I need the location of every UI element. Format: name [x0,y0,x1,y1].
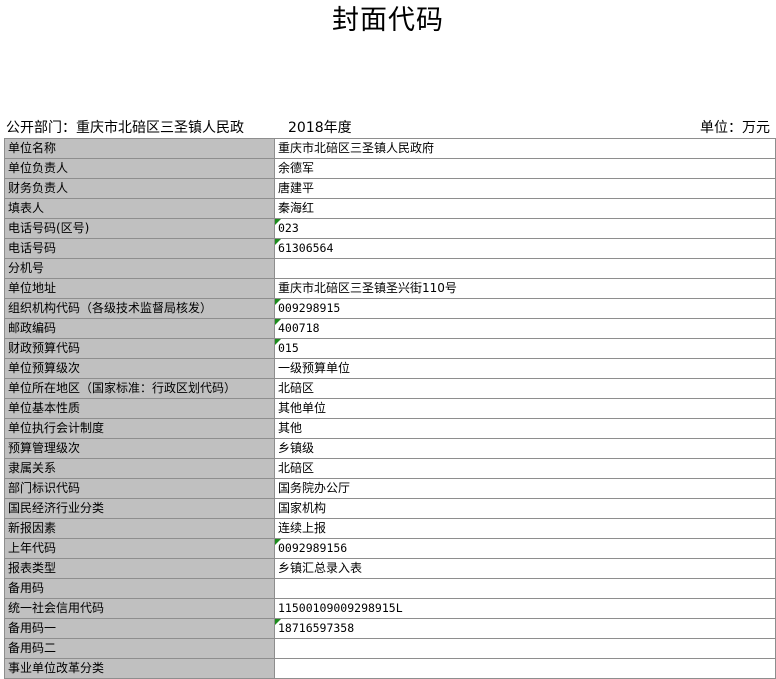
cell-comment-indicator-icon [275,239,281,245]
table-row: 分机号 [4,258,776,279]
field-label-cell[interactable]: 单位执行会计制度 [4,418,275,439]
cell-comment-indicator-icon [275,339,281,345]
cell-comment-indicator-icon [275,619,281,625]
field-value-cell[interactable]: 61306564 [274,238,776,259]
table-row: 财务负责人 唐建平 [4,178,776,199]
field-label-cell[interactable]: 单位预算级次 [4,358,275,379]
field-label-cell[interactable]: 单位基本性质 [4,398,275,419]
table-row: 单位地址 重庆市北碚区三圣镇圣兴街110号 [4,278,776,299]
table-row: 单位名称 重庆市北碚区三圣镇人民政府 [4,138,776,159]
table-row: 部门标识代码 国务院办公厅 [4,478,776,499]
field-value-cell[interactable] [274,578,776,599]
field-label-cell[interactable]: 电话号码 [4,238,275,259]
cell-comment-indicator-icon [275,539,281,545]
field-value-cell[interactable]: 秦海红 [274,198,776,219]
table-row: 备用码一 18716597358 [4,618,776,639]
field-value-cell[interactable]: 国务院办公厅 [274,478,776,499]
table-row: 填表人 秦海红 [4,198,776,219]
field-label-cell[interactable]: 备用码二 [4,638,275,659]
table-row: 备用码 [4,578,776,599]
field-value-cell[interactable] [274,638,776,659]
field-value-cell[interactable]: 18716597358 [274,618,776,639]
field-value-cell[interactable]: 余德军 [274,158,776,179]
field-value-cell[interactable]: 国家机构 [274,498,776,519]
field-value-cell[interactable]: 唐建平 [274,178,776,199]
field-label-cell[interactable]: 填表人 [4,198,275,219]
field-label-cell[interactable]: 备用码一 [4,618,275,639]
field-value-cell[interactable]: 其他单位 [274,398,776,419]
field-label-cell[interactable]: 上年代码 [4,538,275,559]
field-label-cell[interactable]: 单位地址 [4,278,275,299]
field-label-cell[interactable]: 报表类型 [4,558,275,579]
table-row: 隶属关系 北碚区 [4,458,776,479]
field-value-cell[interactable] [274,658,776,679]
sheet-subheader: 公开部门：重庆市北碚区三圣镇人民政 2018年度 单位：万元 [0,118,776,138]
field-label-cell[interactable]: 新报因素 [4,518,275,539]
table-row: 单位所在地区（国家标准：行政区划代码） 北碚区 [4,378,776,399]
field-label-cell[interactable]: 财政预算代码 [4,338,275,359]
field-value-cell[interactable]: 400718 [274,318,776,339]
table-row: 备用码二 [4,638,776,659]
field-label-cell[interactable]: 单位名称 [4,138,275,159]
cell-comment-indicator-icon [275,219,281,225]
table-row: 报表类型 乡镇汇总录入表 [4,558,776,579]
table-row: 电话号码(区号) 023 [4,218,776,239]
field-value-cell[interactable] [274,258,776,279]
field-value-cell[interactable]: 015 [274,338,776,359]
field-label-cell[interactable]: 事业单位改革分类 [4,658,275,679]
field-label-cell[interactable]: 电话号码(区号) [4,218,275,239]
table-row: 财政预算代码 015 [4,338,776,359]
field-value-cell[interactable]: 11500109009298915L [274,598,776,619]
table-row: 单位执行会计制度 其他 [4,418,776,439]
field-label-cell[interactable]: 隶属关系 [4,458,275,479]
field-label-cell[interactable]: 单位负责人 [4,158,275,179]
table-row: 单位负责人 余德军 [4,158,776,179]
field-label-cell[interactable]: 预算管理级次 [4,438,275,459]
table-row: 事业单位改革分类 [4,658,776,679]
field-label-cell[interactable]: 邮政编码 [4,318,275,339]
field-label-cell[interactable]: 备用码 [4,578,275,599]
field-value-cell[interactable]: 023 [274,218,776,239]
field-value-cell[interactable]: 乡镇级 [274,438,776,459]
field-value-cell[interactable]: 北碚区 [274,378,776,399]
table-row: 电话号码 61306564 [4,238,776,259]
field-value-cell[interactable]: 009298915 [274,298,776,319]
field-label-cell[interactable]: 组织机构代码（各级技术监督局核发） [4,298,275,319]
field-value-cell[interactable]: 北碚区 [274,458,776,479]
spreadsheet-sheet: 封面代码 公开部门：重庆市北碚区三圣镇人民政 2018年度 单位：万元 单位名称… [0,0,776,679]
field-value-cell[interactable]: 乡镇汇总录入表 [274,558,776,579]
table-row: 上年代码 0092989156 [4,538,776,559]
field-label-cell[interactable]: 单位所在地区（国家标准：行政区划代码） [4,378,275,399]
field-value-cell[interactable]: 其他 [274,418,776,439]
table-row: 组织机构代码（各级技术监督局核发） 009298915 [4,298,776,319]
field-value-cell[interactable]: 重庆市北碚区三圣镇圣兴街110号 [274,278,776,299]
field-label-cell[interactable]: 部门标识代码 [4,478,275,499]
year-label: 2018年度 [288,120,352,136]
table-row: 单位基本性质 其他单位 [4,398,776,419]
field-label-cell[interactable]: 国民经济行业分类 [4,498,275,519]
table-row: 新报因素 连续上报 [4,518,776,539]
field-label-cell[interactable]: 财务负责人 [4,178,275,199]
field-value-cell[interactable]: 一级预算单位 [274,358,776,379]
table-row: 预算管理级次 乡镇级 [4,438,776,459]
field-label-cell[interactable]: 统一社会信用代码 [4,598,275,619]
table-row: 单位预算级次 一级预算单位 [4,358,776,379]
field-value-cell[interactable]: 重庆市北碚区三圣镇人民政府 [274,138,776,159]
table-row: 统一社会信用代码 11500109009298915L [4,598,776,619]
table-row: 邮政编码 400718 [4,318,776,339]
page-title: 封面代码 [332,5,444,36]
field-value-cell[interactable]: 连续上报 [274,518,776,539]
table-row: 国民经济行业分类 国家机构 [4,498,776,519]
cell-comment-indicator-icon [275,299,281,305]
cover-code-table: 单位名称 重庆市北碚区三圣镇人民政府 单位负责人 余德军 财务负责人 唐建平 填表人 秦海红电… [4,138,776,679]
field-value-cell[interactable]: 0092989156 [274,538,776,559]
department-label: 公开部门：重庆市北碚区三圣镇人民政 [6,120,244,136]
unit-label: 单位：万元 [700,120,770,136]
field-label-cell[interactable]: 分机号 [4,258,275,279]
cell-comment-indicator-icon [275,319,281,325]
